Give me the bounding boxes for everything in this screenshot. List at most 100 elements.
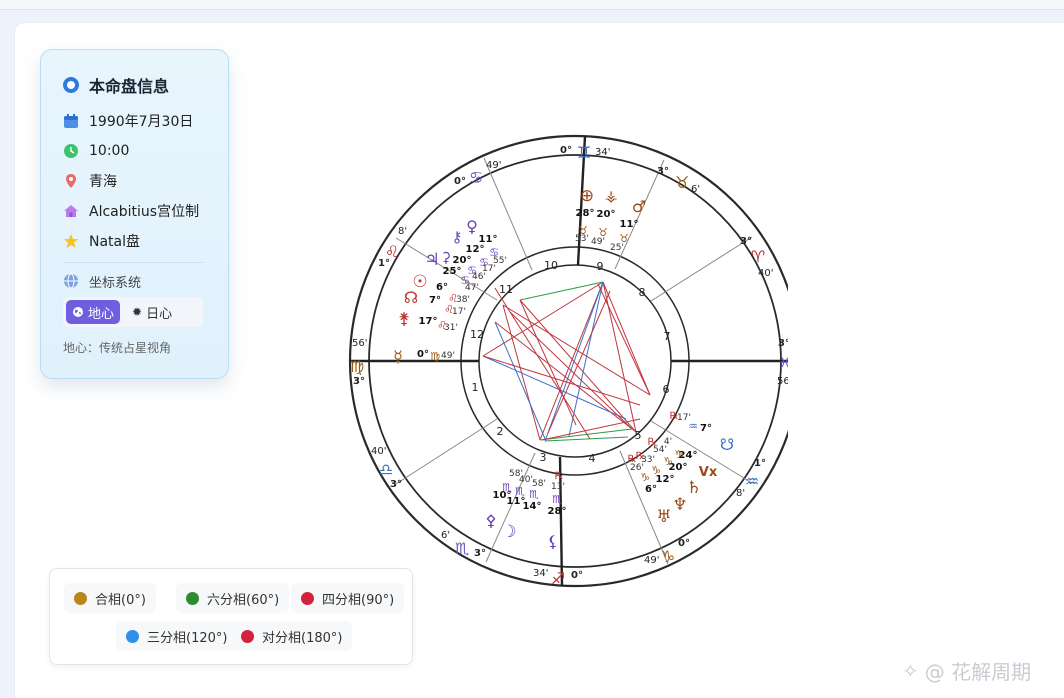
- house-system-row: Alcabitius宫位制: [63, 196, 228, 226]
- cusp-5-degree: 3°: [474, 548, 486, 559]
- capricorn-mini-icon: ♑: [651, 464, 661, 477]
- house-icon: [64, 205, 78, 217]
- legend-sextile: 六分相(60°): [176, 583, 290, 613]
- panel-title-text: 本命盘信息: [89, 77, 170, 96]
- part-of-fortune-icon: ⊕: [580, 186, 594, 206]
- birth-date: 1990年7月30日: [89, 114, 194, 130]
- aquarius-sign-icon: ♒: [745, 472, 759, 491]
- cusp-asc-degree: 3°: [778, 338, 788, 349]
- node-degree: 7°: [429, 295, 441, 306]
- moon-icon: ☽: [501, 522, 516, 542]
- cusp-9-degree: 0°: [454, 176, 466, 187]
- uranus-icon: ♅: [656, 507, 671, 527]
- mercury-icon: ☿: [393, 347, 403, 366]
- panel-divider: [63, 262, 205, 263]
- aquarius-mini-icon: ♒: [688, 420, 698, 433]
- house-number-2: 2: [497, 425, 504, 438]
- house-number-7: 7: [664, 330, 671, 343]
- chart-type-row: Natal盘: [63, 226, 228, 256]
- cusp-6-minutes: 40': [371, 446, 386, 457]
- retrograde-icon: ℞: [555, 471, 564, 482]
- legend-sextile-label: 六分相(60°): [207, 592, 280, 608]
- gemini-sign-icon: ♊: [577, 143, 591, 162]
- mars-icon: ♂: [632, 197, 646, 216]
- house-number-12: 12: [470, 328, 484, 341]
- capricorn-mini-icon: ♑: [674, 448, 684, 461]
- cusp-11-degree: 3°: [657, 166, 669, 177]
- cusp-mc-minutes: 34': [595, 147, 610, 158]
- cusp-dsc-degree: 3°: [353, 376, 365, 387]
- virgo-mini-icon: ♍: [430, 350, 440, 363]
- node-minutes: 17': [452, 307, 466, 317]
- pluto-degree: 28°: [548, 506, 567, 517]
- globe-icon: [73, 307, 83, 317]
- location-pin-icon: [66, 174, 76, 188]
- legend-conjunction-label: 合相(0°): [95, 592, 146, 608]
- watermark-text: @ 花解周期: [924, 660, 1032, 684]
- house-number-11: 11: [499, 283, 513, 296]
- south-node-icon: ☋: [720, 435, 734, 454]
- house-number-6: 6: [663, 383, 670, 396]
- mercury-minutes: 49': [441, 351, 455, 361]
- juno-icon: ⚵: [398, 309, 410, 328]
- ceres-degree: 25°: [443, 266, 462, 277]
- coordinate-system-label: 坐标系统: [89, 275, 142, 291]
- house-number-3: 3: [540, 451, 547, 464]
- libra-sign-icon: ♎: [379, 460, 393, 479]
- neptune-icon: ♆: [672, 495, 687, 515]
- geocentric-button[interactable]: 地心: [66, 300, 121, 324]
- aspect-legend: 合相(0°) 六分相(60°) 四分相(90°) 三分相(120°) 对分相(1…: [49, 568, 413, 665]
- globe-icon: [64, 273, 78, 289]
- cusp-5-minutes: 6': [441, 530, 450, 541]
- venus-icon: ♀: [466, 217, 478, 236]
- legend-conjunction: 合相(0°): [64, 583, 156, 613]
- chiron-degree: 12°: [466, 244, 485, 255]
- lilith-icon: ⚸: [547, 532, 559, 551]
- house-number-4: 4: [589, 452, 596, 465]
- sagittarius-sign-icon: ♐: [551, 569, 565, 588]
- capricorn-mini-icon: ♑: [663, 455, 673, 468]
- scorpio-sign-icon: ♏: [455, 539, 469, 558]
- north-node-icon: ☊: [404, 288, 418, 307]
- cusp-2-degree: 1°: [754, 458, 766, 469]
- cusp-dsc-minutes: 56': [352, 338, 367, 349]
- vesta-icon: ⚶: [605, 187, 618, 205]
- mars-degree: 11°: [620, 219, 639, 230]
- cusp-asc-minutes: 56': [777, 376, 788, 387]
- birth-time: 10:00: [89, 143, 130, 159]
- heliocentric-button[interactable]: ✹ 日心: [126, 300, 178, 324]
- legend-opposition-label: 对分相(180°): [262, 630, 343, 646]
- trine-dot: [126, 629, 139, 643]
- scorpio-mini-icon: ♏: [552, 493, 562, 506]
- cusp-3-degree: 0°: [678, 538, 690, 549]
- geocentric-label: 地心: [88, 306, 115, 322]
- sun-gear-icon: ✹: [132, 305, 143, 319]
- cusp-8-minutes: 8': [398, 226, 407, 237]
- star-icon: [64, 234, 78, 248]
- cusp-12-minutes: 40': [758, 268, 773, 279]
- birth-place: 青海: [89, 174, 117, 190]
- square-dot: [301, 591, 314, 605]
- pallas-icon: ⚴: [485, 511, 497, 530]
- house-number-5: 5: [635, 429, 642, 442]
- watermark: ✧ @ 花解周期: [902, 656, 1031, 685]
- cusp-ic-degree: 0°: [571, 570, 583, 581]
- juno-minutes: 31': [444, 323, 458, 333]
- mercury-degree: 0°: [417, 349, 429, 360]
- house-number-10: 10: [544, 259, 558, 272]
- house-number-9: 9: [597, 260, 604, 273]
- natal-chart-wheel: 1 2 3 4 5 6 7 8 9 10 11 12 0° 34' 3° 6' …: [348, 134, 788, 588]
- vertex-icon: Vx: [699, 465, 718, 480]
- cusp-ic-minutes: 34': [533, 568, 548, 579]
- pof-degree: 28°: [576, 208, 595, 219]
- cusp-2-minutes: 8': [736, 488, 745, 499]
- aries-sign-icon: ♈: [751, 247, 765, 266]
- mars-minutes: 25': [610, 243, 624, 253]
- cusp-3-minutes: 49': [644, 555, 659, 566]
- scorpio-mini-icon: ♏: [529, 488, 539, 501]
- birth-place-row: 青海: [63, 166, 228, 196]
- coordinate-system-row: 坐标系统: [63, 271, 228, 291]
- capricorn-mini-icon: ♑: [640, 471, 650, 484]
- house-number-8: 8: [639, 286, 646, 299]
- cusp-9-minutes: 49': [486, 160, 501, 171]
